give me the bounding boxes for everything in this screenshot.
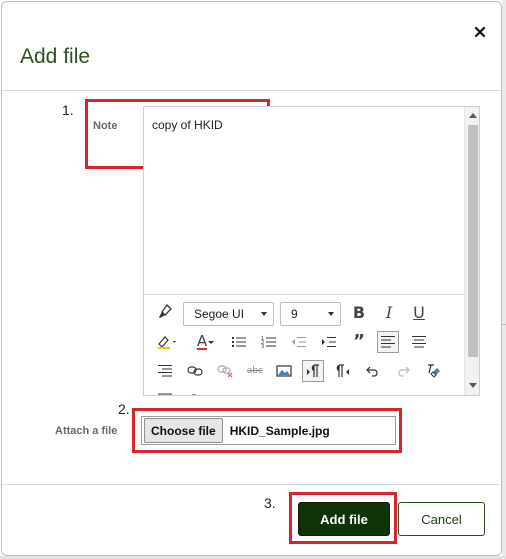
undo-button[interactable] [362, 360, 384, 382]
rtl-icon [336, 364, 349, 377]
align-center-icon [412, 336, 426, 348]
underline-icon: U [413, 303, 425, 322]
outdent-button[interactable] [288, 331, 310, 353]
numbered-list-button[interactable]: 1 2 3 [258, 331, 280, 353]
table-icon [158, 393, 172, 395]
chevron-down-icon [328, 312, 334, 316]
attach-file-label: Attach a file [55, 425, 118, 437]
insert-image-button[interactable] [273, 360, 295, 382]
bullet-list-button[interactable] [228, 331, 250, 353]
bold-icon: B [352, 303, 366, 322]
highlight-color-icon [158, 336, 176, 349]
remove-link-icon [217, 365, 233, 378]
blockquote-button[interactable]: ” [348, 331, 370, 353]
editor-scrollbar[interactable] [464, 107, 479, 395]
undo-icon [366, 366, 378, 377]
add-file-button[interactable]: Add file [298, 502, 390, 536]
remove-link-button[interactable] [214, 360, 236, 382]
insert-link-icon [187, 366, 203, 376]
choose-file-button[interactable]: Choose file [144, 418, 223, 443]
redo-button[interactable] [392, 360, 414, 382]
align-right-button[interactable] [154, 360, 176, 382]
format-painter-button[interactable] [154, 301, 176, 323]
file-input[interactable]: Choose file HKID_Sample.jpg [141, 416, 396, 445]
selected-file-name: HKID_Sample.jpg [229, 423, 330, 438]
ltr-button[interactable] [302, 360, 324, 382]
scroll-down-icon[interactable] [469, 383, 477, 388]
numbered-list-icon: 1 2 3 [261, 336, 276, 349]
note-text[interactable]: copy of HKID [152, 118, 223, 132]
toolbar-extra-button-2[interactable] [184, 389, 206, 395]
align-left-icon [381, 336, 395, 348]
clear-formatting-icon [428, 364, 440, 378]
redo-icon [398, 366, 410, 377]
background-divider [502, 324, 506, 325]
font-size-value: 9 [291, 307, 298, 321]
dialog-title: Add file [20, 45, 91, 68]
ltr-icon [307, 364, 319, 377]
format-painter-icon [159, 304, 172, 318]
strikethrough-icon: abc [246, 366, 264, 376]
background-edge [502, 0, 506, 559]
italic-button[interactable]: I [378, 302, 400, 324]
align-center-button[interactable] [408, 331, 430, 353]
font-family-value: Segoe UI [194, 307, 245, 321]
align-left-button[interactable] [377, 331, 399, 353]
clear-formatting-button[interactable] [422, 360, 444, 382]
rtl-button[interactable] [332, 360, 354, 382]
align-right-icon [158, 365, 172, 377]
indent-icon [322, 337, 336, 347]
step-2-marker: 2. [118, 401, 130, 417]
font-color-button[interactable]: A [192, 331, 220, 353]
footer-divider [0, 484, 499, 485]
bold-button[interactable]: B [348, 302, 370, 324]
font-family-select[interactable]: Segoe UI [183, 302, 274, 326]
blockquote-icon: ” [353, 331, 365, 352]
step-3-marker: 3. [264, 495, 276, 511]
italic-icon: I [385, 303, 393, 322]
highlight-color-button[interactable] [154, 331, 182, 353]
toolbar-extra-button[interactable] [154, 389, 176, 395]
bullet-list-icon [232, 337, 246, 347]
insert-image-icon [276, 365, 292, 377]
indent-button[interactable] [318, 331, 340, 353]
header-divider [2, 90, 501, 91]
note-editor[interactable]: copy of HKID Segoe UI 9 B I U A 1 2 3 ” … [143, 106, 480, 396]
chevron-down-icon [208, 341, 215, 344]
editor-toolbar: Segoe UI 9 B I U A 1 2 3 ” abc [144, 294, 464, 395]
outdent-icon [292, 337, 306, 347]
underline-button[interactable]: U [408, 302, 430, 324]
svg-text:3: 3 [261, 344, 264, 349]
cancel-button[interactable]: Cancel [398, 502, 485, 536]
close-button[interactable] [470, 22, 490, 42]
strikethrough-button[interactable]: abc [244, 360, 266, 382]
chevron-down-icon [261, 312, 267, 316]
step-1-marker: 1. [62, 102, 74, 118]
scroll-up-icon[interactable] [469, 113, 477, 118]
note-label: Note [93, 120, 118, 132]
scrollbar-thumb[interactable] [468, 125, 478, 357]
insert-link-button[interactable] [184, 360, 206, 382]
search-icon [191, 394, 197, 395]
close-icon [474, 26, 486, 38]
font-color-icon: A [196, 332, 208, 350]
font-size-select[interactable]: 9 [280, 302, 341, 326]
